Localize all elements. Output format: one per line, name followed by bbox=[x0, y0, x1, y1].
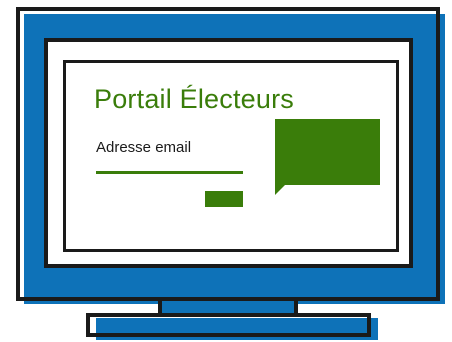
email-field-label: Adresse email bbox=[96, 139, 192, 156]
page-title: Portail Électeurs bbox=[94, 84, 294, 114]
speech-bubble-icon bbox=[275, 119, 380, 185]
speech-bubble-tail bbox=[275, 183, 287, 195]
monitor-stand-base-outline bbox=[86, 313, 371, 337]
submit-button[interactable] bbox=[205, 191, 243, 207]
email-field[interactable] bbox=[96, 171, 243, 174]
